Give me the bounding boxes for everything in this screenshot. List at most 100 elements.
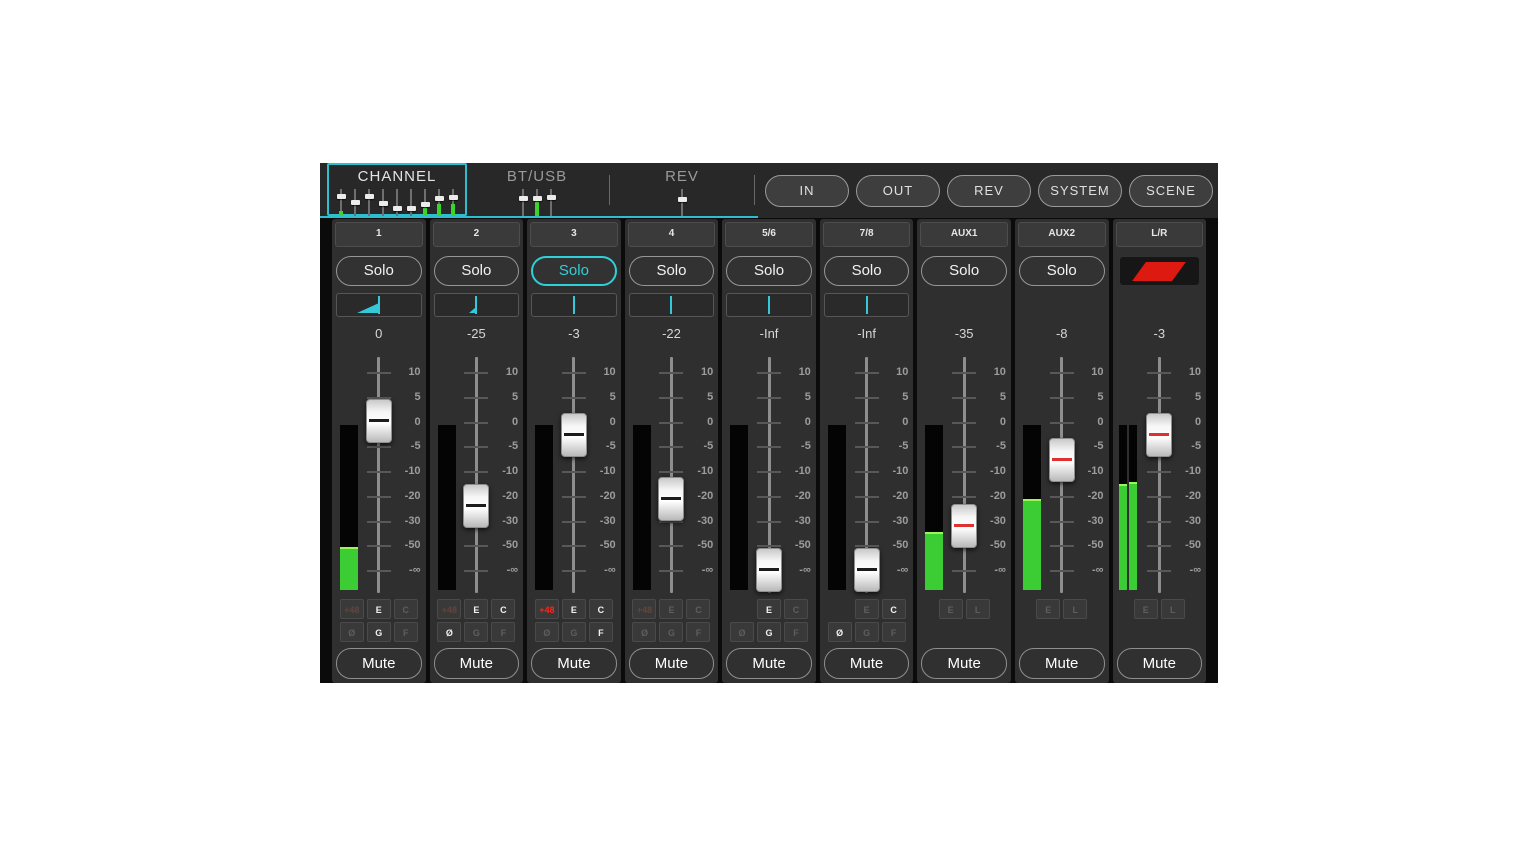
small-button-blank[interactable]: Ø [730,622,754,642]
small-button-e[interactable]: E [1134,599,1158,619]
small-button-l[interactable]: L [1161,599,1185,619]
top-button-system[interactable]: SYSTEM [1038,175,1122,207]
level-meter [1129,425,1137,590]
scale-label: -20 [878,490,908,502]
small-button-c[interactable]: C [882,599,906,619]
small-button-e[interactable]: E [757,599,781,619]
mini-fader [533,189,542,216]
pan-display[interactable] [434,293,520,317]
mute-button[interactable]: Mute [336,648,422,679]
channel-strip-2: 2Solo-251050-5-10-20-30-50-∞+48ECØGFMute [430,219,524,683]
fader-knob[interactable] [756,548,782,592]
fader-track [963,357,966,593]
small-button-l[interactable]: L [1063,599,1087,619]
scale-tick [464,446,488,448]
fader-knob[interactable] [951,504,977,548]
small-button-blank[interactable]: Ø [535,622,559,642]
level-meter-fill [1119,484,1127,590]
small-button-g[interactable]: G [659,622,683,642]
small-button-g[interactable]: G [367,622,391,642]
scale-label: 0 [976,416,1006,428]
small-button-g[interactable]: G [464,622,488,642]
fader-knob[interactable] [366,399,392,443]
pan-display[interactable] [531,293,617,317]
scale-tick [659,397,683,399]
small-button-f[interactable]: F [394,622,418,642]
small-button-l[interactable]: L [966,599,990,619]
small-button-c[interactable]: C [686,599,710,619]
solo-button[interactable]: Solo [336,256,422,286]
tab-rev[interactable]: REV [612,163,752,216]
small-button-e[interactable]: E [562,599,586,619]
mute-button[interactable]: Mute [726,648,812,679]
mute-button[interactable]: Mute [921,648,1007,679]
solo-button[interactable]: Solo [726,256,812,286]
mute-button[interactable]: Mute [629,648,715,679]
pan-display[interactable] [336,293,422,317]
solo-button[interactable]: Solo [921,256,1007,286]
pan-display[interactable] [824,293,910,317]
small-button-blank[interactable]: Ø [828,622,852,642]
fader-knob[interactable] [1146,413,1172,457]
small-button-f[interactable]: F [589,622,613,642]
scale-label: -10 [488,465,518,477]
pan-display[interactable] [629,293,715,317]
small-button-g[interactable]: G [757,622,781,642]
small-button-48[interactable]: +48 [535,599,559,619]
solo-button[interactable]: Solo [629,256,715,286]
small-button-c[interactable]: C [491,599,515,619]
small-button-f[interactable]: F [882,622,906,642]
fader-knob[interactable] [463,484,489,528]
small-button-blank[interactable]: Ø [437,622,461,642]
tab-bt-usb[interactable]: BT/USB [467,163,607,216]
small-button-e[interactable]: E [855,599,879,619]
small-button-c[interactable]: C [784,599,808,619]
mute-button[interactable]: Mute [1019,648,1105,679]
fader-knob[interactable] [561,413,587,457]
small-button-g[interactable]: G [855,622,879,642]
channel-label: AUX1 [920,222,1008,247]
mute-button[interactable]: Mute [824,648,910,679]
fader-knob[interactable] [1049,438,1075,482]
small-button-c[interactable]: C [394,599,418,619]
solo-button[interactable]: Solo [824,256,910,286]
small-button-g[interactable]: G [562,622,586,642]
fader-value: -3 [1113,323,1207,345]
fader-knob[interactable] [658,477,684,521]
small-button-e[interactable]: E [659,599,683,619]
top-button-scene[interactable]: SCENE [1129,175,1213,207]
mute-button[interactable]: Mute [531,648,617,679]
solo-button[interactable]: Solo [434,256,520,286]
fader-value: 0 [332,323,426,345]
mute-button[interactable]: Mute [434,648,520,679]
small-button-blank[interactable]: Ø [632,622,656,642]
small-button-48[interactable]: +48 [632,599,656,619]
fader-knob-line [954,524,974,527]
scale-label: -5 [976,440,1006,452]
tab-channel[interactable]: CHANNEL [327,163,467,216]
top-button-rev[interactable]: REV [947,175,1031,207]
small-button-e[interactable]: E [1036,599,1060,619]
mute-button[interactable]: Mute [1117,648,1203,679]
fader-knob[interactable] [854,548,880,592]
scale-label: -∞ [1171,564,1201,576]
small-button-c[interactable]: C [589,599,613,619]
small-button-blank[interactable]: Ø [340,622,364,642]
top-button-out[interactable]: OUT [856,175,940,207]
small-button-e[interactable]: E [939,599,963,619]
small-button-f[interactable]: F [686,622,710,642]
mini-fader [449,189,458,216]
solo-button[interactable]: Solo [1019,256,1105,286]
small-button-f[interactable]: F [784,622,808,642]
small-button-f[interactable]: F [491,622,515,642]
top-button-in[interactable]: IN [765,175,849,207]
scale-label: -10 [683,465,713,477]
fader-track [475,357,478,593]
small-button-e[interactable]: E [367,599,391,619]
small-button-48[interactable]: +48 [340,599,364,619]
solo-button[interactable]: Solo [531,256,617,286]
pan-display[interactable] [726,293,812,317]
small-button-e[interactable]: E [464,599,488,619]
scale-label: -50 [488,539,518,551]
small-button-48[interactable]: +48 [437,599,461,619]
